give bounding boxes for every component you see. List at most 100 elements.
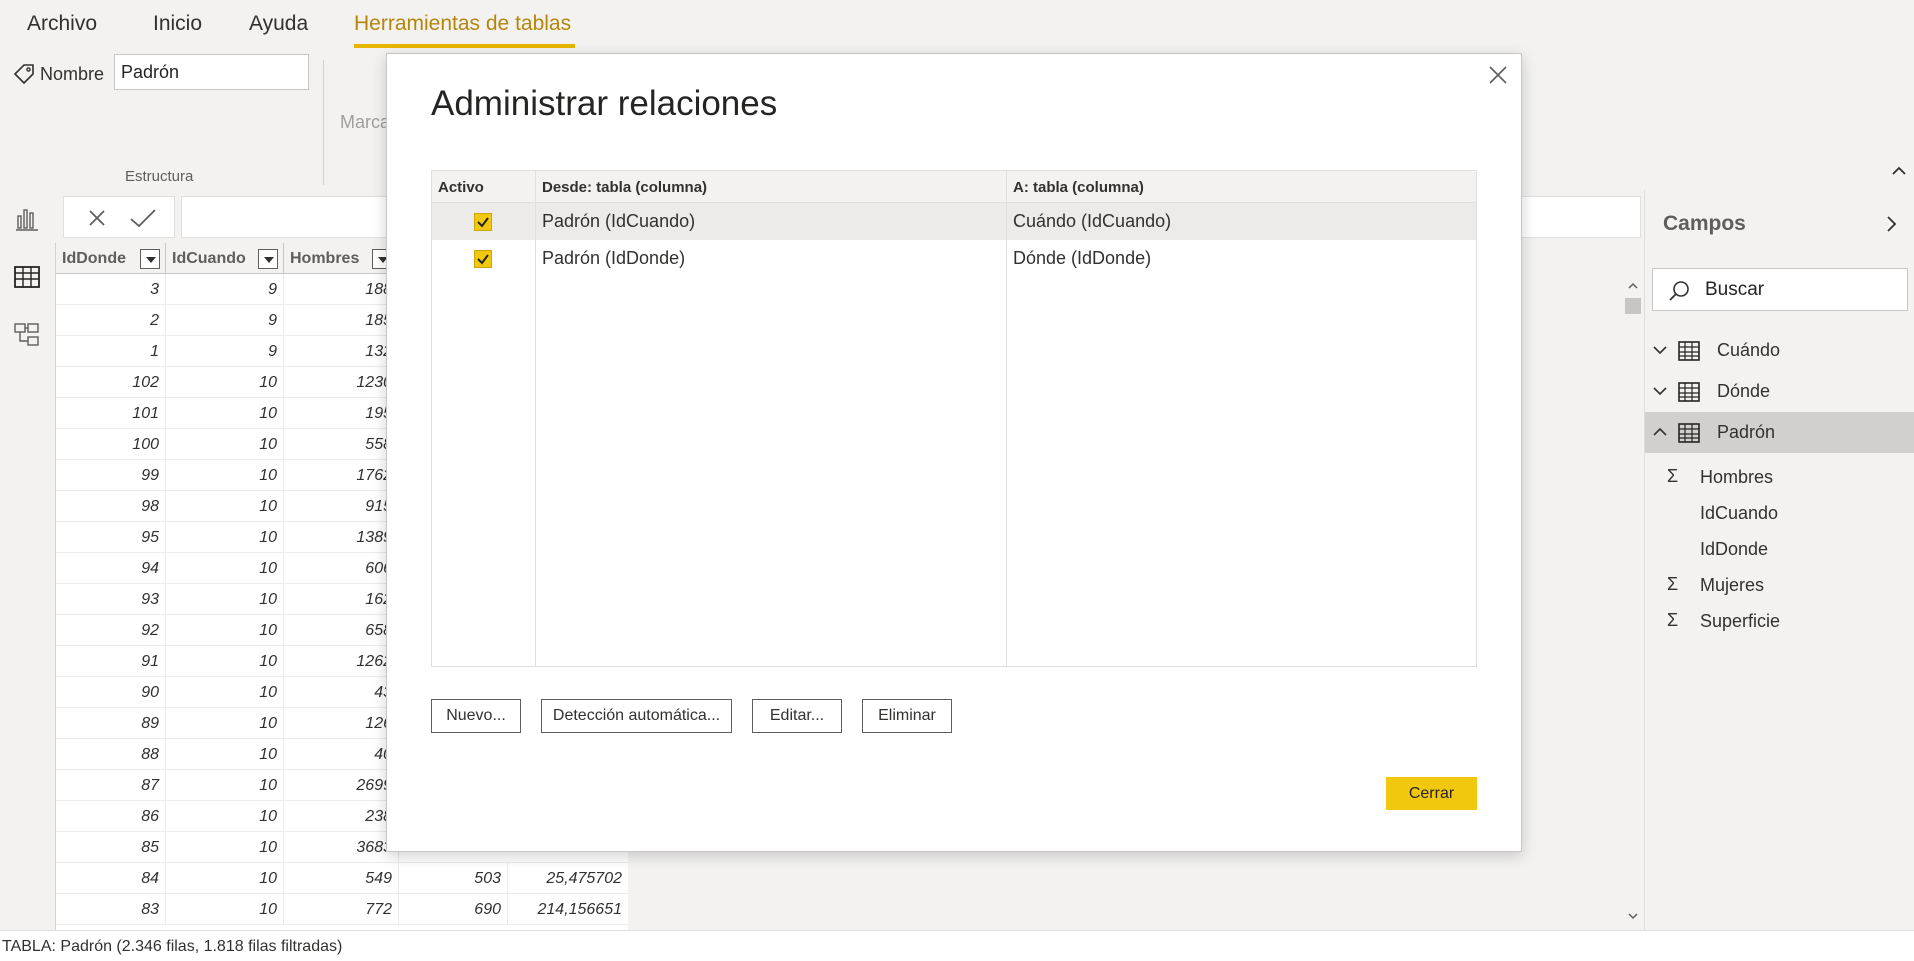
fields-search-input[interactable]: Buscar — [1652, 268, 1908, 311]
table-cell[interactable]: 10 — [166, 863, 284, 894]
table-cell[interactable]: 126 — [284, 708, 399, 739]
table-cell[interactable]: 658 — [284, 615, 399, 646]
relationship-row[interactable]: Padrón (IdDonde) Dónde (IdDonde) — [432, 240, 1476, 277]
table-cell[interactable]: 101 — [56, 398, 166, 429]
tab-archivo[interactable]: Archivo — [27, 12, 97, 36]
table-cell[interactable]: 3 — [56, 274, 166, 305]
table-cell[interactable]: 89 — [56, 708, 166, 739]
table-cell[interactable]: 40 — [284, 739, 399, 770]
table-row[interactable]: 83 10 772 690 214,156651 — [56, 894, 628, 925]
field-superficie[interactable]: Σ Superficie — [1645, 605, 1914, 639]
table-cell[interactable]: 94 — [56, 553, 166, 584]
table-cell[interactable]: 10 — [166, 708, 284, 739]
table-cell[interactable]: 195 — [284, 398, 399, 429]
table-cell[interactable]: 10 — [166, 770, 284, 801]
table-cell[interactable]: 43 — [284, 677, 399, 708]
table-cell[interactable]: 10 — [166, 615, 284, 646]
table-name-input[interactable]: Padrón — [114, 54, 309, 90]
table-cell[interactable]: 1 — [56, 336, 166, 367]
table-cell[interactable]: 558 — [284, 429, 399, 460]
table-cell[interactable]: 100 — [56, 429, 166, 460]
table-cell[interactable]: 9 — [166, 336, 284, 367]
table-cell[interactable]: 690 — [399, 894, 508, 925]
table-cell[interactable]: 10 — [166, 832, 284, 863]
table-cell[interactable]: 162 — [284, 584, 399, 615]
table-cell[interactable]: 188 — [284, 274, 399, 305]
table-cell[interactable]: 102 — [56, 367, 166, 398]
table-cell[interactable]: 10 — [166, 739, 284, 770]
delete-relationship-button[interactable]: Eliminar — [862, 699, 952, 733]
table-cell[interactable]: 1762 — [284, 460, 399, 491]
active-checkbox[interactable] — [474, 250, 492, 268]
tab-inicio[interactable]: Inicio — [153, 12, 202, 36]
tab-ayuda[interactable]: Ayuda — [249, 12, 308, 36]
active-checkbox[interactable] — [474, 213, 492, 231]
field-mujeres[interactable]: Σ Mujeres — [1645, 569, 1914, 603]
check-icon[interactable] — [128, 207, 158, 229]
model-view-icon[interactable] — [12, 320, 42, 350]
table-cell[interactable]: 88 — [56, 739, 166, 770]
table-cell[interactable]: 503 — [399, 863, 508, 894]
chevron-down-icon[interactable] — [1651, 383, 1669, 399]
table-cell[interactable]: 25,475702 — [508, 863, 628, 894]
chevron-up-icon[interactable] — [1627, 280, 1639, 292]
table-cell[interactable]: 9 — [166, 274, 284, 305]
table-cell[interactable]: 10 — [166, 894, 284, 925]
tab-herramientas-de-tablas[interactable]: Herramientas de tablas — [354, 12, 571, 36]
table-cell[interactable]: 606 — [284, 553, 399, 584]
chevron-down-icon[interactable] — [1627, 910, 1639, 922]
table-cell[interactable]: 549 — [284, 863, 399, 894]
data-view-icon[interactable] — [12, 262, 42, 292]
close-icon[interactable] — [86, 207, 108, 229]
table-cell[interactable]: 10 — [166, 398, 284, 429]
table-cell[interactable]: 10 — [166, 429, 284, 460]
report-view-icon[interactable] — [12, 204, 42, 234]
table-cell[interactable]: 1230 — [284, 367, 399, 398]
chevron-down-icon[interactable] — [258, 249, 278, 269]
chevron-down-icon[interactable] — [140, 249, 160, 269]
table-cell[interactable]: 85 — [56, 832, 166, 863]
field-table-donde[interactable]: Dónde — [1645, 371, 1914, 412]
table-cell[interactable]: 10 — [166, 460, 284, 491]
table-cell[interactable]: 238 — [284, 801, 399, 832]
table-cell[interactable]: 95 — [56, 522, 166, 553]
field-table-cuando[interactable]: Cuándo — [1645, 330, 1914, 371]
table-cell[interactable]: 772 — [284, 894, 399, 925]
field-hombres[interactable]: Σ Hombres — [1645, 461, 1914, 495]
table-cell[interactable]: 90 — [56, 677, 166, 708]
field-idcuando[interactable]: IdCuando — [1645, 497, 1914, 531]
column-header-iddonde[interactable]: IdDonde — [56, 243, 166, 274]
table-cell[interactable]: 92 — [56, 615, 166, 646]
table-cell[interactable]: 915 — [284, 491, 399, 522]
edit-relationship-button[interactable]: Editar... — [752, 699, 842, 733]
table-cell[interactable]: 10 — [166, 491, 284, 522]
chevron-right-icon[interactable] — [1881, 214, 1901, 234]
column-header-idcuando[interactable]: IdCuando — [166, 243, 284, 274]
table-cell[interactable]: 84 — [56, 863, 166, 894]
table-row[interactable]: 84 10 549 503 25,475702 — [56, 863, 628, 894]
chevron-down-icon[interactable] — [1651, 342, 1669, 358]
autodetect-button[interactable]: Detección automática... — [541, 699, 732, 733]
field-table-padron[interactable]: Padrón — [1645, 412, 1914, 453]
table-cell[interactable]: 1389 — [284, 522, 399, 553]
new-relationship-button[interactable]: Nuevo... — [431, 699, 521, 733]
table-cell[interactable]: 9 — [166, 305, 284, 336]
table-cell[interactable]: 10 — [166, 522, 284, 553]
table-cell[interactable]: 185 — [284, 305, 399, 336]
relationship-row[interactable]: Padrón (IdCuando) Cuándo (IdCuando) — [432, 203, 1476, 240]
table-cell[interactable]: 214,156651 — [508, 894, 628, 925]
table-cell[interactable]: 10 — [166, 367, 284, 398]
vertical-scrollbar[interactable] — [1622, 274, 1644, 930]
field-iddonde[interactable]: IdDonde — [1645, 533, 1914, 567]
table-cell[interactable]: 98 — [56, 491, 166, 522]
table-cell[interactable]: 132 — [284, 336, 399, 367]
table-cell[interactable]: 10 — [166, 584, 284, 615]
table-cell[interactable]: 91 — [56, 646, 166, 677]
table-cell[interactable]: 86 — [56, 801, 166, 832]
table-cell[interactable]: 10 — [166, 801, 284, 832]
close-icon[interactable] — [1487, 64, 1509, 86]
scrollbar-thumb[interactable] — [1625, 298, 1641, 314]
close-dialog-button[interactable]: Cerrar — [1386, 777, 1477, 810]
chevron-up-icon[interactable] — [1651, 424, 1669, 440]
table-cell[interactable]: 10 — [166, 646, 284, 677]
